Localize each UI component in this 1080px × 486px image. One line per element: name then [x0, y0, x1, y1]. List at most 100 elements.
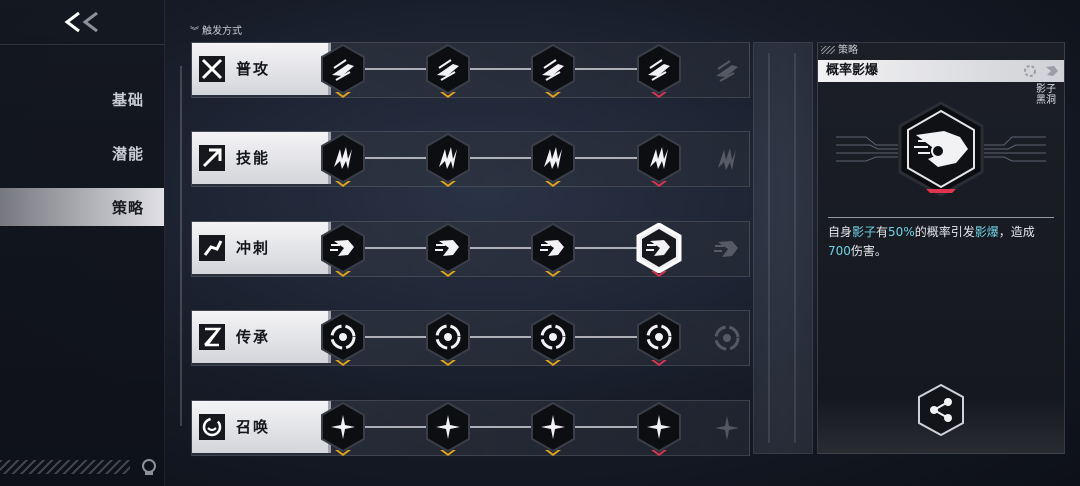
strategy-node[interactable] — [318, 133, 368, 187]
strategy-row: 冲刺 — [191, 221, 750, 277]
black-hole-icon — [531, 312, 575, 362]
double-chevron-left-icon — [64, 11, 98, 33]
row-label[interactable]: 召唤 — [192, 401, 331, 453]
node-connector — [358, 157, 674, 159]
row-label-text: 技能 — [236, 149, 271, 167]
locked-lightning-claw-icon — [714, 146, 740, 172]
dash-figure-icon — [636, 223, 682, 273]
detail-panel: 策略 概率影爆 影子黑洞 自身影子有50%的概率引发影爆，造成 700伤害。 — [817, 42, 1065, 454]
sidebar-item-basic[interactable]: 基础 — [0, 80, 164, 118]
back-button[interactable] — [0, 0, 164, 45]
gear-icon — [1024, 65, 1036, 77]
node-connector — [358, 336, 674, 338]
dash-figure-icon — [531, 223, 575, 273]
star-spark-icon — [637, 402, 681, 452]
lightning-claw-icon — [531, 133, 575, 183]
locked-dash-figure-icon — [714, 236, 740, 262]
detail-title-bar: 概率影爆 — [818, 60, 1064, 82]
claw-slash-icon — [321, 44, 365, 94]
claw-slash-icon — [637, 44, 681, 94]
detail-section-header: 策略 — [818, 43, 1064, 58]
strategy-node[interactable] — [634, 312, 684, 366]
desc-highlight: 影子 — [852, 225, 877, 239]
crossed-swords-icon — [199, 56, 225, 82]
strategy-node[interactable] — [528, 402, 578, 456]
sidebar: 基础 潜能 策略 — [0, 0, 165, 486]
black-hole-icon — [321, 312, 365, 362]
hatch-icon — [821, 46, 835, 54]
star-spark-icon — [426, 402, 470, 452]
detail-description: 自身影子有50%的概率引发影爆，造成 700伤害。 — [828, 223, 1054, 261]
sidebar-item-potential[interactable]: 潜能 — [0, 134, 164, 172]
strategy-node[interactable] — [634, 133, 684, 187]
strategy-node[interactable] — [318, 223, 368, 277]
hourglass-icon — [199, 324, 225, 350]
black-hole-icon — [637, 312, 681, 362]
dash-figure-icon — [1046, 66, 1058, 76]
desc-text: 有 — [876, 225, 889, 239]
detail-title: 概率影爆 — [826, 63, 879, 78]
desc-highlight: 影爆 — [974, 225, 999, 239]
strategy-row: 普攻 — [191, 42, 750, 98]
lightning-claw-icon — [426, 133, 470, 183]
detail-section-label: 策略 — [838, 45, 858, 56]
black-hole-icon — [426, 312, 470, 362]
row-label[interactable]: 普攻 — [192, 43, 331, 95]
arrow-burst-icon — [199, 145, 225, 171]
row-label-text: 传承 — [236, 328, 271, 346]
strategy-row: 技能 — [191, 131, 750, 187]
desc-text: 自身 — [828, 225, 853, 239]
strategy-node[interactable] — [634, 402, 684, 456]
emblem-icon — [142, 459, 156, 475]
strategy-node[interactable] — [528, 223, 578, 277]
strategy-node[interactable] — [423, 223, 473, 277]
strategy-node[interactable] — [423, 133, 473, 187]
summon-circle-icon — [199, 414, 225, 440]
strategy-row: 传承 — [191, 310, 750, 366]
desc-text: 的概率引发 — [914, 225, 975, 239]
row-label-text: 普攻 — [236, 60, 271, 78]
row-label[interactable]: 传承 — [192, 311, 331, 363]
star-spark-icon — [531, 402, 575, 452]
detail-separator — [828, 217, 1054, 218]
strategy-node[interactable] — [528, 133, 578, 187]
detail-tag: 影子黑洞 — [1036, 84, 1056, 106]
dash-figure-icon — [426, 223, 470, 273]
strategy-node[interactable] — [528, 312, 578, 366]
strategy-node[interactable] — [318, 44, 368, 98]
star-spark-icon — [321, 402, 365, 452]
row-label-text: 冲刺 — [236, 239, 271, 257]
sidebar-item-strategy[interactable]: 策略 — [0, 188, 164, 226]
dash-figure-icon — [321, 223, 365, 273]
desc-text: ，造成 — [998, 225, 1035, 239]
strategy-node[interactable] — [423, 402, 473, 456]
desc-highlight: 50% — [888, 225, 915, 239]
node-connector — [358, 68, 674, 70]
locked-claw-slash-icon — [714, 57, 740, 83]
row-label[interactable]: 冲刺 — [192, 222, 331, 274]
desc-highlight: 700 — [828, 244, 851, 258]
claw-slash-icon — [531, 44, 575, 94]
decorative-stripes — [0, 460, 130, 474]
circuit-decoration-right — [984, 136, 1046, 162]
locked-star-spark-icon — [714, 415, 740, 441]
strategy-node[interactable] — [318, 402, 368, 456]
claw-slash-icon — [426, 44, 470, 94]
strategy-node[interactable] — [634, 44, 684, 98]
strategy-node[interactable] — [634, 223, 684, 277]
dash-runner-icon — [199, 235, 225, 261]
desc-text: 伤害。 — [850, 244, 887, 258]
strategy-node[interactable] — [318, 312, 368, 366]
locked-black-hole-icon — [714, 325, 740, 351]
strategy-node[interactable] — [423, 44, 473, 98]
node-connector — [358, 426, 674, 428]
row-label[interactable]: 技能 — [192, 132, 331, 184]
strategy-row: 召唤 — [191, 400, 750, 456]
lightning-claw-icon — [321, 133, 365, 183]
share-button[interactable] — [916, 383, 966, 437]
strategy-node[interactable] — [423, 312, 473, 366]
shadow-dash-icon — [898, 101, 984, 197]
trigger-header: ︾ 触发方式 — [190, 22, 242, 37]
node-connector — [358, 247, 674, 249]
strategy-node[interactable] — [528, 44, 578, 98]
